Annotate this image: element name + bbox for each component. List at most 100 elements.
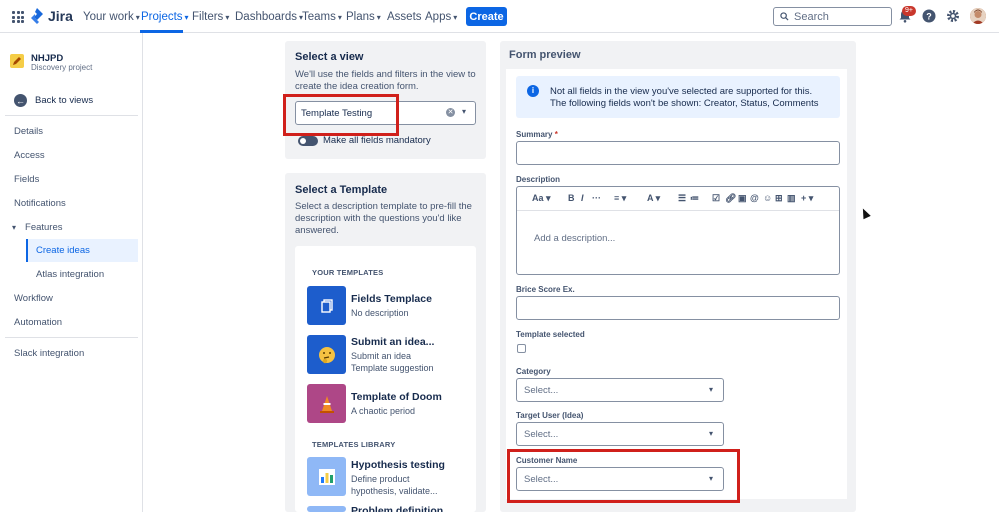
help-icon[interactable]: ? <box>922 9 936 23</box>
sidebar-item-atlas-integration[interactable]: Atlas integration <box>36 269 104 280</box>
app-switcher-icon[interactable] <box>12 11 24 23</box>
sidebar-item-features[interactable]: ▾ Features <box>12 222 63 233</box>
chevron-down-icon: ▾ <box>453 12 458 22</box>
chart-icon[interactable] <box>307 457 346 496</box>
template-name[interactable]: Fields Templace <box>351 293 432 305</box>
chevron-down-icon: ▾ <box>184 12 189 22</box>
bold-icon[interactable]: B <box>568 193 575 203</box>
brice-score-field[interactable] <box>516 296 840 320</box>
info-icon: i <box>527 85 539 97</box>
text-style-button[interactable]: Aa ▾ <box>532 193 551 204</box>
thinking-face-icon[interactable] <box>307 335 346 374</box>
sidebar-item-automation[interactable]: Automation <box>14 317 62 328</box>
table-icon[interactable]: ⊞ <box>775 193 783 204</box>
template-description: A chaotic period <box>351 406 416 416</box>
category-label: Category <box>516 367 551 376</box>
target-user-select[interactable]: Select... ▾ <box>516 422 724 446</box>
document-icon[interactable] <box>307 286 346 325</box>
select-template-title: Select a Template <box>295 184 388 196</box>
gear-icon[interactable] <box>946 9 960 23</box>
insert-icon[interactable]: + ▾ <box>801 193 813 204</box>
emoji-icon[interactable]: ☺ <box>763 193 772 203</box>
mandatory-toggle[interactable] <box>298 136 318 146</box>
jira-logo[interactable]: Jira <box>30 8 73 24</box>
nav-projects[interactable]: Projects ▾ <box>141 11 189 23</box>
category-select[interactable]: Select... ▾ <box>516 378 724 402</box>
pencil-icon <box>13 57 21 65</box>
sidebar-item-label: Features <box>25 222 63 233</box>
description-editor[interactable]: Aa ▾ B I ··· ≡ ▾ A ▾ ☰ ≔ ☑ 🔗︎ ▣ @ ☺ ⊞ ▥ … <box>516 186 840 275</box>
nav-teams[interactable]: Teams ▾ <box>302 11 342 23</box>
category-placeholder: Select... <box>524 385 559 396</box>
back-to-views-link[interactable]: ← Back to views <box>14 94 93 107</box>
info-text: The following fields won't be shown: Cre… <box>550 98 819 109</box>
nav-label: Dashboards <box>235 11 298 23</box>
more-formatting-icon[interactable]: ··· <box>592 193 601 203</box>
toggle-knob <box>300 138 306 144</box>
editor-toolbar: Aa ▾ B I ··· ≡ ▾ A ▾ ☰ ≔ ☑ 🔗︎ ▣ @ ☺ ⊞ ▥ … <box>517 187 839 211</box>
divider <box>5 115 138 116</box>
description-placeholder: Add a description... <box>534 233 616 244</box>
brice-score-label: Brice Score Ex. <box>516 285 575 294</box>
summary-label: Summary * <box>516 130 558 139</box>
highlight-box <box>507 449 740 503</box>
project-icon <box>10 54 24 68</box>
highlight-box <box>283 94 399 136</box>
summary-field[interactable] <box>516 141 840 165</box>
chevron-down-icon[interactable]: ▾ <box>462 107 466 116</box>
template-name[interactable]: Submit an idea... <box>351 336 434 348</box>
clear-icon[interactable]: ✕ <box>446 108 455 117</box>
nav-apps[interactable]: Apps ▾ <box>425 11 457 23</box>
mandatory-toggle-label: Make all fields mandatory <box>323 135 431 146</box>
problem-icon[interactable] <box>307 506 346 512</box>
italic-icon[interactable]: I <box>581 193 584 203</box>
required-mark: * <box>554 130 558 139</box>
sidebar-item-notifications[interactable]: Notifications <box>14 198 66 209</box>
numbered-list-icon[interactable]: ≔ <box>690 193 699 204</box>
description-label: Description <box>516 175 561 184</box>
sidebar-item-details[interactable]: Details <box>14 126 43 137</box>
layout-icon[interactable]: ▥ <box>787 193 796 204</box>
sidebar-item-create-ideas[interactable]: Create ideas <box>36 245 90 256</box>
bullet-list-icon[interactable]: ☰ <box>678 193 686 204</box>
form-preview-title: Form preview <box>509 49 581 61</box>
create-button[interactable]: Create <box>466 7 507 26</box>
template-name[interactable]: Template of Doom <box>351 391 442 403</box>
user-avatar-icon <box>970 8 986 24</box>
chevron-down-icon: ▾ <box>709 429 714 438</box>
template-description: hypothesis, validate... <box>351 486 438 496</box>
template-selected-checkbox[interactable] <box>517 344 526 353</box>
sidebar-item-workflow[interactable]: Workflow <box>14 293 53 304</box>
select-view-title: Select a view <box>295 51 364 63</box>
nav-plans[interactable]: Plans ▾ <box>346 11 381 23</box>
back-label: Back to views <box>35 95 94 106</box>
text-color-icon[interactable]: A ▾ <box>647 193 660 204</box>
logo-text: Jira <box>48 8 73 24</box>
nav-filters[interactable]: Filters ▾ <box>192 11 229 23</box>
active-nav-indicator <box>140 30 183 33</box>
sidebar-item-fields[interactable]: Fields <box>14 174 39 185</box>
image-icon[interactable]: ▣ <box>738 193 747 204</box>
nav-assets[interactable]: Assets <box>387 11 422 23</box>
avatar[interactable] <box>970 8 986 24</box>
sidebar-item-access[interactable]: Access <box>14 150 45 161</box>
checkbox-icon[interactable]: ☑ <box>712 193 720 204</box>
nav-dashboards[interactable]: Dashboards ▾ <box>235 11 303 23</box>
mention-icon[interactable]: @ <box>750 193 759 203</box>
link-icon[interactable]: 🔗︎ <box>725 193 736 204</box>
nav-label: Your work <box>83 11 134 23</box>
chevron-down-icon: ▾ <box>12 223 17 232</box>
nav-label: Apps <box>425 11 452 23</box>
nav-label: Plans <box>346 11 375 23</box>
chevron-down-icon: ▾ <box>225 12 230 22</box>
divider <box>5 337 138 338</box>
template-name[interactable]: Problem definition <box>351 506 443 512</box>
align-icon[interactable]: ≡ ▾ <box>614 193 626 204</box>
mouse-cursor-icon <box>859 206 871 220</box>
search-input[interactable]: Search <box>773 7 892 26</box>
sidebar-item-slack-integration[interactable]: Slack integration <box>14 348 84 359</box>
template-name[interactable]: Hypothesis testing <box>351 459 445 471</box>
target-user-placeholder: Select... <box>524 429 559 440</box>
nav-your-work[interactable]: Your work ▾ <box>83 11 140 23</box>
fire-cone-icon[interactable] <box>307 384 346 423</box>
